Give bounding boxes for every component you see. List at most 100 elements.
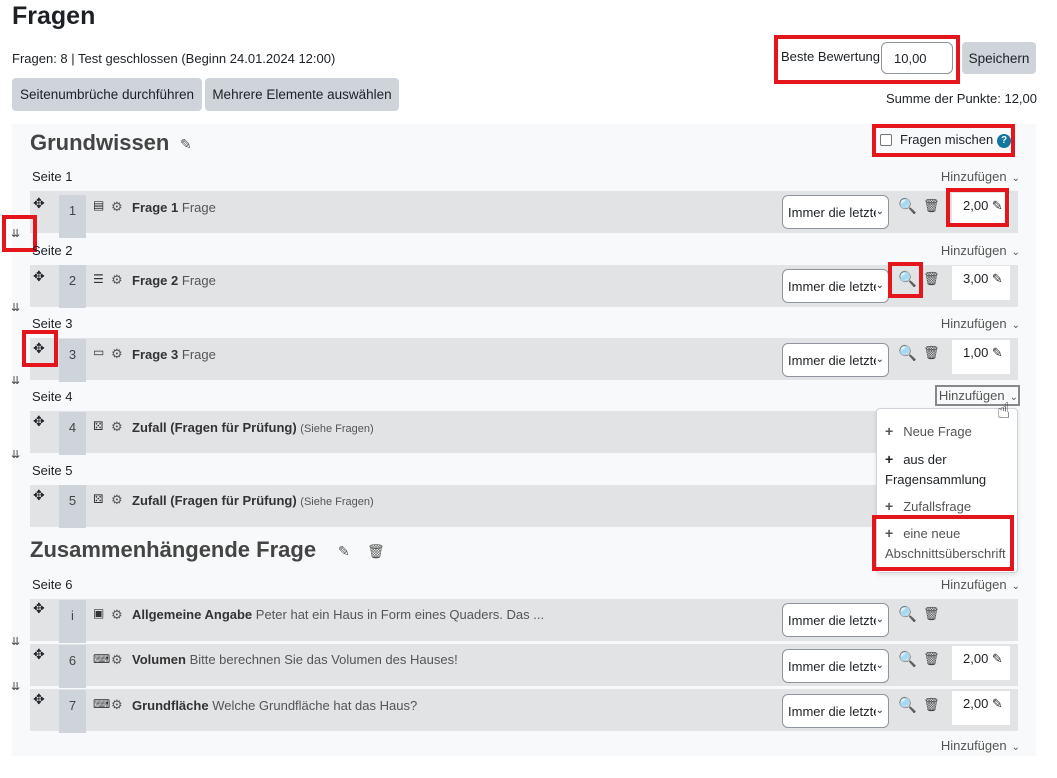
preview-icon[interactable]: 🔍 <box>898 270 917 288</box>
chevron-down-icon: ⌄ <box>875 280 884 291</box>
preview-icon[interactable]: 🔍 <box>898 197 917 215</box>
add-menu-trigger-2[interactable]: Hinzufügen ⌄ <box>941 243 1020 258</box>
select-multiple-button[interactable]: Mehrere Elemente auswählen <box>205 78 399 111</box>
gear-icon[interactable]: ⚙ <box>111 492 123 508</box>
move-icon[interactable]: ✥ <box>33 268 45 285</box>
description-icon: ▣ <box>93 606 105 620</box>
max-grade-input[interactable] <box>881 42 953 74</box>
slot-number: i <box>59 600 86 643</box>
question-title[interactable]: Volumen Bitte berechnen Sie das Volumen … <box>132 652 458 667</box>
move-icon[interactable]: ✥ <box>33 646 45 663</box>
edit-section-heading-icon[interactable]: ✎ <box>338 543 350 560</box>
essay-icon: ▤ <box>93 198 105 212</box>
save-button[interactable]: Speichern <box>962 42 1036 74</box>
plus-icon: + <box>885 498 894 514</box>
behaviour-select[interactable]: Immer die letzte ⌄ <box>782 694 889 728</box>
slot-number: 2 <box>59 265 86 308</box>
trash-icon[interactable]: 🗑 <box>923 271 940 287</box>
page-label-3: Seite 3 <box>32 316 73 331</box>
add-menu-trigger-1[interactable]: Hinzufügen ⌄ <box>941 169 1020 184</box>
link-icon[interactable]: ⇊ <box>11 637 20 648</box>
help-icon[interactable]: ? <box>997 134 1011 148</box>
link-icon[interactable]: ⇊ <box>11 682 20 693</box>
menu-item-random[interactable]: + Zufallsfrage <box>885 496 971 517</box>
random-icon: ⚄ <box>93 492 104 506</box>
trash-icon[interactable]: 🗑 <box>367 543 385 560</box>
chevron-down-icon: ⌄ <box>875 614 884 625</box>
move-icon[interactable]: ✥ <box>33 487 45 504</box>
plus-icon: + <box>885 451 894 467</box>
slot-number: 5 <box>59 485 86 528</box>
total-marks: Summe der Punkte: 12,00 <box>885 91 1037 106</box>
gear-icon[interactable]: ⚙ <box>111 199 123 215</box>
random-icon: ⚄ <box>93 419 104 433</box>
question-title[interactable]: Frage 3 Frage <box>132 347 216 362</box>
move-icon[interactable]: ✥ <box>33 600 45 617</box>
menu-item-from-bank[interactable]: + aus der Fragensammlung <box>885 449 1013 490</box>
chevron-down-icon: ⌄ <box>875 206 884 217</box>
repaginate-button[interactable]: Seitenumbrüche durchführen <box>12 78 202 111</box>
max-mark[interactable]: 3,00 ✎ <box>952 266 1010 300</box>
behaviour-select[interactable]: Immer die letzte ⌄ <box>782 269 889 303</box>
menu-item-new-heading[interactable]: + eine neue Abschnittsüberschrift <box>885 523 1015 564</box>
max-mark[interactable]: 2,00 ✎ <box>952 193 1010 227</box>
plus-icon: + <box>885 525 894 541</box>
chevron-down-icon: ⌄ <box>1009 392 1018 403</box>
menu-item-new-question[interactable]: + Neue Frage <box>885 421 972 442</box>
numerical-icon: ⌨ <box>93 697 111 711</box>
trash-icon[interactable]: 🗑 <box>923 697 940 713</box>
add-dropdown-menu: + Neue Frage + aus der Fragensammlung + Zuf… <box>876 408 1018 573</box>
page-break-icon[interactable]: ⇊ <box>11 303 20 314</box>
page-break-icon[interactable]: ⇊ <box>11 376 20 387</box>
preview-icon[interactable]: 🔍 <box>898 696 917 714</box>
edit-section-heading-icon[interactable]: ✎ <box>180 136 192 153</box>
behaviour-select[interactable]: Immer die letzte ⌄ <box>782 195 889 229</box>
trash-icon[interactable]: 🗑 <box>923 606 940 622</box>
trash-icon[interactable]: 🗑 <box>923 651 940 667</box>
max-mark[interactable]: 1,00 ✎ <box>952 340 1010 374</box>
numerical-icon: ⌨ <box>93 652 111 666</box>
behaviour-select[interactable]: Immer die letzte ⌄ <box>782 343 889 377</box>
preview-icon[interactable]: 🔍 <box>898 605 917 623</box>
chevron-down-icon: ⌄ <box>875 354 884 365</box>
chevron-down-icon: ⌄ <box>1011 320 1020 331</box>
trash-icon[interactable]: 🗑 <box>923 345 940 361</box>
gear-icon[interactable]: ⚙ <box>111 419 123 435</box>
slot-number: 4 <box>59 412 86 455</box>
preview-icon[interactable]: 🔍 <box>898 650 917 668</box>
max-mark[interactable]: 2,00 ✎ <box>952 646 1010 680</box>
gear-icon[interactable]: ⚙ <box>111 697 123 713</box>
question-title[interactable]: Allgemeine Angabe Peter hat ein Haus in … <box>132 607 544 622</box>
page-label-1: Seite 1 <box>32 169 73 184</box>
behaviour-select[interactable]: Immer die letzte ⌄ <box>782 649 889 683</box>
question-title[interactable]: Grundfläche Welche Grundfläche hat das H… <box>132 698 417 713</box>
preview-icon[interactable]: 🔍 <box>898 344 917 362</box>
behaviour-select[interactable]: Immer die letzte ⌄ <box>782 603 889 637</box>
max-mark[interactable]: 2,00 ✎ <box>952 691 1010 725</box>
page-break-icon[interactable]: ⇊ <box>11 450 20 461</box>
page-label-4: Seite 4 <box>32 389 73 404</box>
move-icon[interactable]: ✥ <box>33 195 45 212</box>
move-icon[interactable]: ✥ <box>33 691 45 708</box>
gear-icon[interactable]: ⚙ <box>111 652 123 668</box>
question-title[interactable]: Zufall (Fragen für Prüfung) (Siehe Frage… <box>132 420 374 435</box>
trash-icon[interactable]: 🗑 <box>923 198 940 214</box>
move-icon[interactable]: ✥ <box>33 340 45 357</box>
question-title[interactable]: Frage 2 Frage <box>132 273 216 288</box>
shortanswer-icon: ▭ <box>93 345 105 359</box>
gear-icon[interactable]: ⚙ <box>111 272 123 288</box>
chevron-down-icon: ⌄ <box>875 705 884 716</box>
question-title[interactable]: Frage 1 Frage <box>132 200 216 215</box>
move-icon[interactable]: ✥ <box>33 413 45 430</box>
multichoice-icon: ☰ <box>93 272 104 286</box>
chevron-down-icon: ⌄ <box>1011 581 1020 592</box>
page-break-icon[interactable]: ⇊ <box>11 229 20 240</box>
add-menu-trigger-end[interactable]: Hinzufügen ⌄ <box>941 738 1020 753</box>
shuffle-checkbox[interactable] <box>880 134 892 146</box>
gear-icon[interactable]: ⚙ <box>111 346 123 362</box>
gear-icon[interactable]: ⚙ <box>111 607 123 623</box>
add-menu-trigger-3[interactable]: Hinzufügen ⌄ <box>941 316 1020 331</box>
question-title[interactable]: Zufall (Fragen für Prüfung) (Siehe Frage… <box>132 493 374 508</box>
add-menu-trigger-6[interactable]: Hinzufügen ⌄ <box>941 577 1020 592</box>
page-label-2: Seite 2 <box>32 243 73 258</box>
